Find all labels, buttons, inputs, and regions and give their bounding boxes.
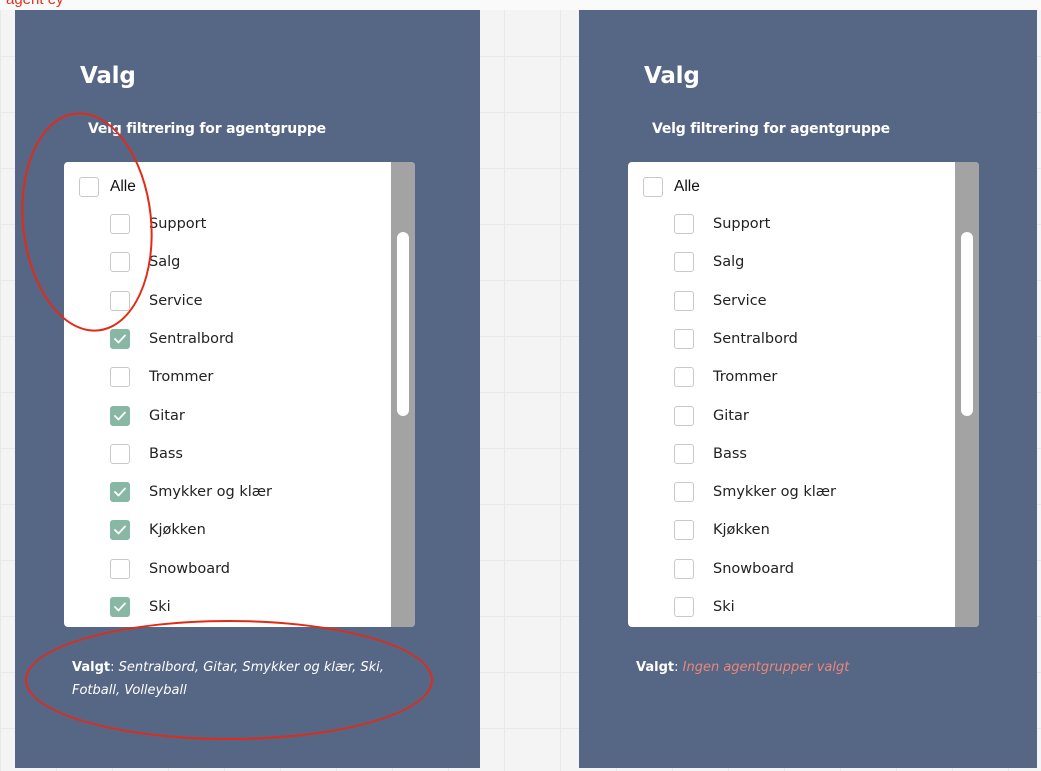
option-label: Gitar — [713, 407, 749, 424]
panel-subtitle: Velg filtrering for agentgruppe — [88, 121, 326, 137]
option-all-label: Alle — [110, 178, 136, 195]
option-checkbox[interactable] — [110, 520, 130, 541]
selected-separator: : — [110, 660, 119, 675]
option-row[interactable]: Sentralbord — [110, 324, 234, 354]
option-label: Sentralbord — [149, 330, 234, 347]
option-checkbox[interactable] — [674, 290, 694, 311]
option-row[interactable]: Sentralbord — [674, 324, 798, 354]
option-label: Trommer — [149, 369, 214, 386]
check-icon — [114, 487, 126, 497]
option-row[interactable]: Gitar — [674, 401, 749, 431]
option-checkbox[interactable] — [110, 405, 130, 426]
option-label: Gitar — [149, 407, 185, 424]
option-all[interactable]: Alle — [79, 172, 136, 202]
option-row[interactable]: Bass — [110, 439, 183, 469]
option-all-label: Alle — [674, 178, 700, 195]
option-label: Bass — [713, 445, 747, 462]
selected-value: Sentralbord, Gitar, Smykker og klær, Ski… — [72, 660, 384, 698]
option-label: Salg — [713, 254, 745, 271]
option-label: Service — [713, 292, 767, 309]
option-row[interactable]: Snowboard — [674, 554, 794, 584]
scrollbar[interactable] — [391, 162, 415, 627]
option-row[interactable]: Trommer — [674, 362, 777, 392]
option-label: Smykker og klær — [149, 484, 272, 501]
selected-label: Valgt — [636, 660, 675, 675]
option-row[interactable]: Support — [110, 209, 206, 239]
option-label: Support — [149, 216, 207, 232]
option-row[interactable]: Trommer — [110, 362, 213, 392]
option-label: Salg — [149, 254, 181, 271]
option-row[interactable]: Ski — [674, 592, 735, 622]
top-strip: agent ey — [0, 0, 1041, 10]
selected-summary: Valgt: Ingen agentgrupper valgt — [636, 656, 966, 679]
check-icon — [114, 411, 126, 420]
option-checkbox[interactable] — [110, 443, 130, 464]
filter-panel-left: Valg Velg filtrering for agentgruppe All… — [15, 10, 480, 768]
option-checkbox[interactable] — [674, 252, 694, 273]
option-row[interactable]: Salg — [110, 247, 180, 277]
selected-summary: Valgt: Sentralbord, Gitar, Smykker og kl… — [72, 656, 402, 702]
option-label: Service — [149, 292, 203, 309]
option-label: Support — [713, 216, 771, 232]
option-all[interactable]: Alle — [643, 172, 700, 202]
option-label: Bass — [149, 445, 183, 462]
option-label: Snowboard — [713, 560, 794, 577]
option-label: Ski — [713, 599, 735, 615]
option-row[interactable]: Snowboard — [110, 554, 230, 584]
agent-group-list: Alle Support Salg Service Sentralbord Tromme… — [64, 162, 415, 627]
option-checkbox[interactable] — [674, 558, 694, 579]
check-icon — [114, 602, 126, 612]
option-row[interactable]: Salg — [674, 247, 744, 277]
option-row[interactable]: Service — [110, 286, 203, 316]
filter-panel-right: Valg Velg filtrering for agentgruppe All… — [579, 10, 1037, 768]
scroll-thumb[interactable] — [961, 232, 973, 416]
option-row[interactable]: Smykker og klær — [110, 477, 272, 507]
option-row[interactable]: Kjøkken — [110, 515, 206, 545]
option-label: Sentralbord — [713, 330, 798, 347]
scrollbar[interactable] — [955, 162, 979, 627]
option-checkbox[interactable] — [110, 482, 130, 503]
option-checkbox[interactable] — [674, 328, 694, 349]
panel-title: Valg — [644, 63, 700, 89]
option-checkbox[interactable] — [674, 367, 694, 388]
option-checkbox[interactable] — [674, 520, 694, 541]
option-checkbox[interactable] — [110, 290, 130, 311]
selected-separator: : — [674, 660, 683, 675]
option-row[interactable]: Kjøkken — [674, 515, 770, 545]
panel-title: Valg — [80, 63, 136, 89]
option-checkbox[interactable] — [110, 252, 130, 273]
option-checkbox[interactable] — [674, 405, 694, 426]
option-label: Snowboard — [149, 560, 230, 577]
agent-group-list: Alle Support Salg Service Sentralbord Tromme… — [628, 162, 979, 627]
option-checkbox[interactable] — [674, 597, 694, 617]
option-row[interactable]: Bass — [674, 439, 747, 469]
option-label: Kjøkken — [149, 522, 206, 539]
option-checkbox[interactable] — [110, 214, 130, 234]
option-checkbox[interactable] — [110, 558, 130, 579]
option-checkbox[interactable] — [674, 482, 694, 503]
checkbox-all[interactable] — [643, 177, 663, 197]
selected-label: Valgt — [72, 660, 111, 675]
option-checkbox[interactable] — [110, 328, 130, 349]
scroll-thumb[interactable] — [397, 232, 409, 416]
top-annotation-text: agent ey — [6, 0, 64, 8]
option-checkbox[interactable] — [674, 443, 694, 464]
option-label: Smykker og klær — [713, 484, 836, 501]
option-checkbox[interactable] — [674, 214, 694, 234]
option-label: Kjøkken — [713, 522, 770, 539]
option-row[interactable]: Service — [674, 286, 767, 316]
panel-subtitle: Velg filtrering for agentgruppe — [652, 121, 890, 137]
option-row[interactable]: Smykker og klær — [674, 477, 836, 507]
check-icon — [114, 525, 126, 535]
selected-value: Ingen agentgrupper valgt — [682, 660, 850, 675]
option-checkbox[interactable] — [110, 367, 130, 388]
option-label: Trommer — [713, 369, 778, 386]
option-row[interactable]: Ski — [110, 592, 171, 622]
option-label: Ski — [149, 599, 171, 615]
checkbox-all[interactable] — [79, 177, 99, 197]
option-row[interactable]: Gitar — [110, 401, 185, 431]
option-row[interactable]: Support — [674, 209, 770, 239]
check-icon — [114, 334, 126, 344]
option-checkbox[interactable] — [110, 597, 130, 617]
